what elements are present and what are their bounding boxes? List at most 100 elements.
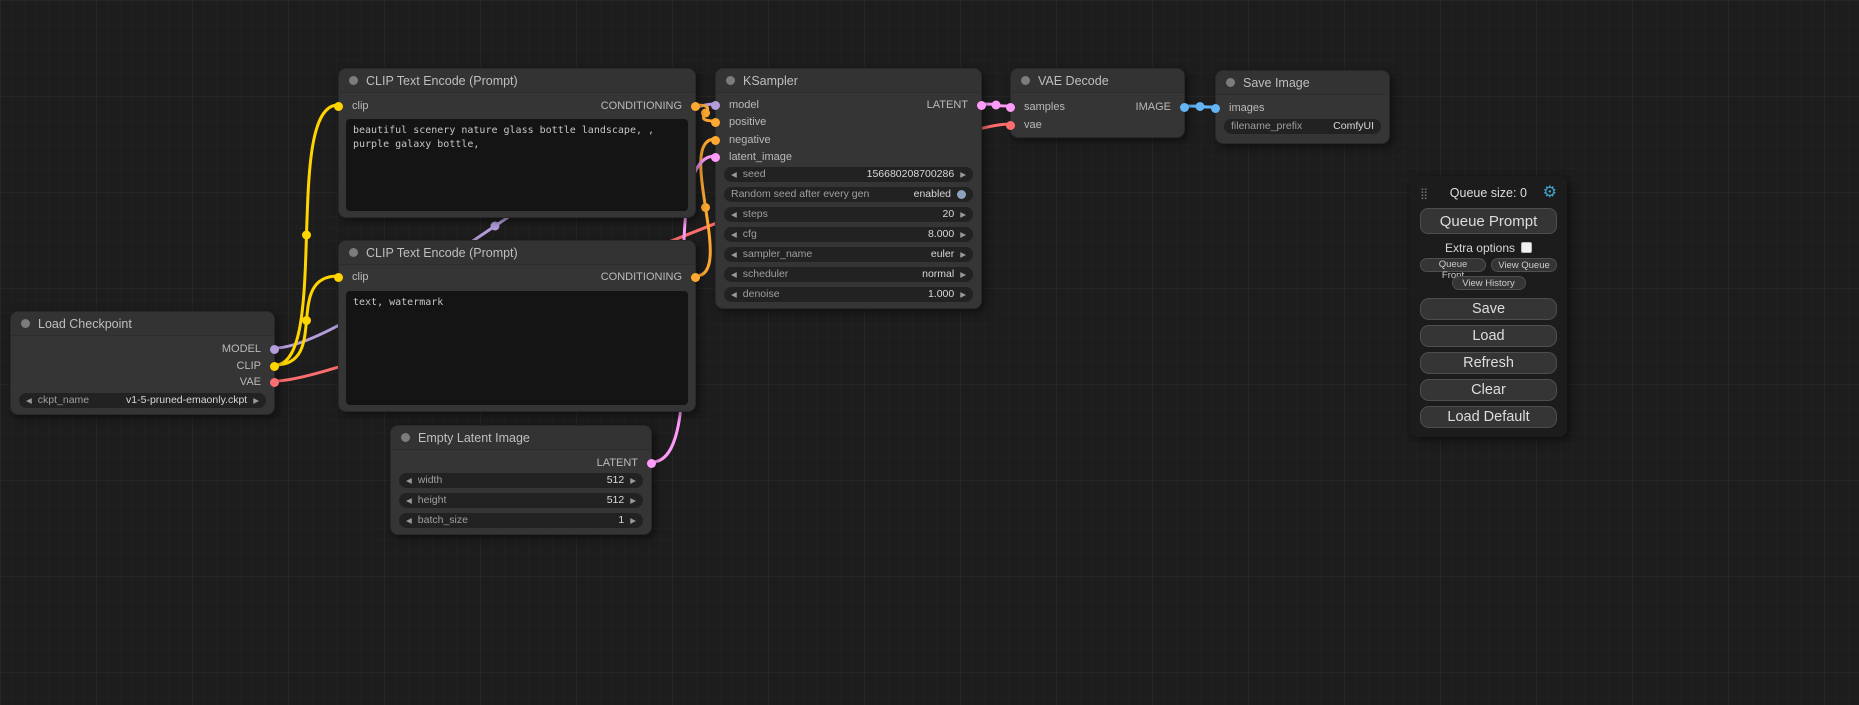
port-samples-input[interactable] xyxy=(1006,103,1015,112)
port-image-output[interactable] xyxy=(1180,103,1189,112)
port-latent-image-input[interactable] xyxy=(711,153,720,162)
increment-arrow-icon[interactable]: ▶ xyxy=(253,393,259,408)
port-model-input[interactable] xyxy=(711,101,720,110)
slot-label-clip: CLIP xyxy=(237,360,261,373)
node-header[interactable]: Save Image xyxy=(1216,71,1389,95)
widget-ckpt-name[interactable]: ◀ ckpt_name v1-5-pruned-emaonly.ckpt ▶ xyxy=(19,393,266,408)
widget-denoise[interactable]: ◀ denoise 1.000 ▶ xyxy=(724,287,973,302)
widget-label: batch_size xyxy=(418,513,613,528)
node-save-image[interactable]: Save Image images filename_prefix ComfyU… xyxy=(1215,70,1390,144)
port-conditioning-output[interactable] xyxy=(691,273,700,282)
widget-label: height xyxy=(418,493,601,508)
port-vae-input[interactable] xyxy=(1006,121,1015,130)
node-vae-decode[interactable]: VAE Decode samples vae IMAGE xyxy=(1010,68,1185,138)
load-button[interactable]: Load xyxy=(1420,325,1557,347)
node-clip-text-encode-positive[interactable]: CLIP Text Encode (Prompt) clip CONDITION… xyxy=(338,68,696,218)
decrement-arrow-icon[interactable]: ◀ xyxy=(731,167,737,182)
widget-value: v1-5-pruned-emaonly.ckpt xyxy=(126,393,247,408)
toggle-knob[interactable] xyxy=(957,190,966,199)
node-graph-canvas[interactable]: Load Checkpoint MODEL CLIP VAE ◀ ckpt_na… xyxy=(0,0,1859,705)
increment-arrow-icon[interactable]: ▶ xyxy=(960,227,966,242)
node-title: CLIP Text Encode (Prompt) xyxy=(366,74,518,88)
decrement-arrow-icon[interactable]: ◀ xyxy=(406,493,412,508)
node-title: CLIP Text Encode (Prompt) xyxy=(366,246,518,260)
slot-label-clip-input: clip xyxy=(352,271,369,284)
view-history-button[interactable]: View History xyxy=(1452,276,1526,290)
collapse-dot[interactable] xyxy=(349,76,358,85)
decrement-arrow-icon[interactable]: ◀ xyxy=(731,287,737,302)
port-latent-output[interactable] xyxy=(647,459,656,468)
port-model-output[interactable] xyxy=(270,345,279,354)
decrement-arrow-icon[interactable]: ◀ xyxy=(406,513,412,528)
drag-handle-icon[interactable]: ⣿ xyxy=(1420,187,1428,200)
widget-value: enabled xyxy=(914,187,951,202)
widget-sampler-name[interactable]: ◀ sampler_name euler ▶ xyxy=(724,247,973,262)
widget-value: 1 xyxy=(618,513,624,528)
decrement-arrow-icon[interactable]: ◀ xyxy=(26,393,32,408)
node-header[interactable]: CLIP Text Encode (Prompt) xyxy=(339,69,695,93)
collapse-dot[interactable] xyxy=(1021,76,1030,85)
increment-arrow-icon[interactable]: ▶ xyxy=(960,287,966,302)
widget-width[interactable]: ◀ width 512 ▶ xyxy=(399,473,643,488)
collapse-dot[interactable] xyxy=(726,76,735,85)
port-images-input[interactable] xyxy=(1211,104,1220,113)
load-default-button[interactable]: Load Default xyxy=(1420,406,1557,428)
settings-gear-icon[interactable]: ⚙ xyxy=(1543,185,1557,201)
port-vae-output[interactable] xyxy=(270,378,279,387)
node-header[interactable]: KSampler xyxy=(716,69,981,93)
increment-arrow-icon[interactable]: ▶ xyxy=(960,267,966,282)
node-empty-latent-image[interactable]: Empty Latent Image LATENT ◀ width 512 ▶ … xyxy=(390,425,652,535)
decrement-arrow-icon[interactable]: ◀ xyxy=(731,247,737,262)
slot-label-vae: VAE xyxy=(240,376,261,389)
widget-cfg[interactable]: ◀ cfg 8.000 ▶ xyxy=(724,227,973,242)
decrement-arrow-icon[interactable]: ◀ xyxy=(731,207,737,222)
port-negative-input[interactable] xyxy=(711,136,720,145)
collapse-dot[interactable] xyxy=(21,319,30,328)
port-clip-input[interactable] xyxy=(334,273,343,282)
node-header[interactable]: CLIP Text Encode (Prompt) xyxy=(339,241,695,265)
prompt-text-area[interactable]: beautiful scenery nature glass bottle la… xyxy=(346,119,688,211)
increment-arrow-icon[interactable]: ▶ xyxy=(630,513,636,528)
port-positive-input[interactable] xyxy=(711,118,720,127)
widget-filename-prefix[interactable]: filename_prefix ComfyUI xyxy=(1224,119,1381,134)
queue-front-button[interactable]: Queue Front xyxy=(1420,258,1486,272)
increment-arrow-icon[interactable]: ▶ xyxy=(960,247,966,262)
collapse-dot[interactable] xyxy=(401,433,410,442)
extra-options-label: Extra options xyxy=(1445,241,1515,255)
widget-steps[interactable]: ◀ steps 20 ▶ xyxy=(724,207,973,222)
clear-button[interactable]: Clear xyxy=(1420,379,1557,401)
widget-value: 512 xyxy=(607,493,625,508)
extra-options-checkbox[interactable] xyxy=(1521,242,1532,253)
slot-label-clip-input: clip xyxy=(352,100,369,113)
node-clip-text-encode-negative[interactable]: CLIP Text Encode (Prompt) clip CONDITION… xyxy=(338,240,696,412)
increment-arrow-icon[interactable]: ▶ xyxy=(960,207,966,222)
node-header[interactable]: VAE Decode xyxy=(1011,69,1184,93)
port-clip-output[interactable] xyxy=(270,362,279,371)
save-button[interactable]: Save xyxy=(1420,298,1557,320)
widget-random-seed-toggle[interactable]: Random seed after every gen enabled xyxy=(724,187,973,202)
decrement-arrow-icon[interactable]: ◀ xyxy=(731,267,737,282)
port-conditioning-output[interactable] xyxy=(691,102,700,111)
increment-arrow-icon[interactable]: ▶ xyxy=(960,167,966,182)
port-clip-input[interactable] xyxy=(334,102,343,111)
queue-prompt-button[interactable]: Queue Prompt xyxy=(1420,208,1557,234)
collapse-dot[interactable] xyxy=(349,248,358,257)
decrement-arrow-icon[interactable]: ◀ xyxy=(406,473,412,488)
widget-scheduler[interactable]: ◀ scheduler normal ▶ xyxy=(724,267,973,282)
widget-batch-size[interactable]: ◀ batch_size 1 ▶ xyxy=(399,513,643,528)
node-header[interactable]: Empty Latent Image xyxy=(391,426,651,450)
node-ksampler[interactable]: KSampler model positive negative latent_… xyxy=(715,68,982,309)
increment-arrow-icon[interactable]: ▶ xyxy=(630,473,636,488)
increment-arrow-icon[interactable]: ▶ xyxy=(630,493,636,508)
wire-conditioning-negative-midpoint xyxy=(701,203,710,212)
node-load-checkpoint[interactable]: Load Checkpoint MODEL CLIP VAE ◀ ckpt_na… xyxy=(10,311,275,415)
node-header[interactable]: Load Checkpoint xyxy=(11,312,274,336)
collapse-dot[interactable] xyxy=(1226,78,1235,87)
widget-height[interactable]: ◀ height 512 ▶ xyxy=(399,493,643,508)
decrement-arrow-icon[interactable]: ◀ xyxy=(731,227,737,242)
port-latent-output[interactable] xyxy=(977,101,986,110)
prompt-text-area[interactable]: text, watermark xyxy=(346,291,688,405)
view-queue-button[interactable]: View Queue xyxy=(1491,258,1557,272)
refresh-button[interactable]: Refresh xyxy=(1420,352,1557,374)
widget-seed[interactable]: ◀ seed 156680208700286 ▶ xyxy=(724,167,973,182)
